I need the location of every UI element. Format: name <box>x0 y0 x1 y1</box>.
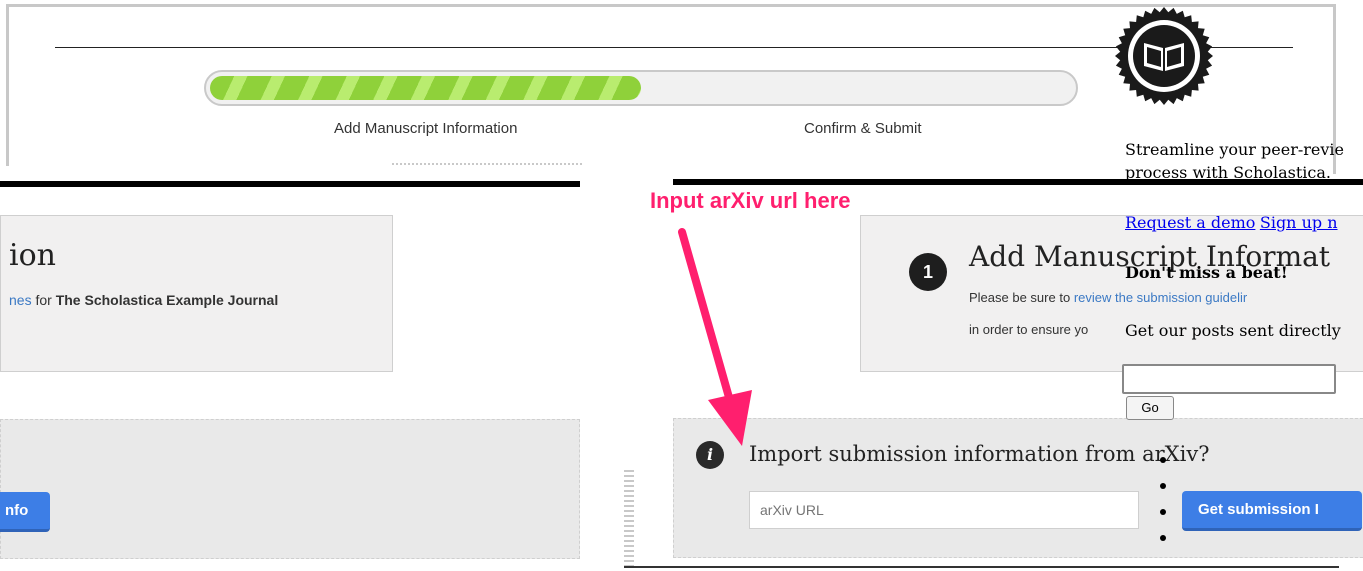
promo-links: Request a demo Sign up n <box>1125 213 1338 233</box>
guidelines-prefix: Please be sure to <box>969 290 1071 305</box>
review-guidelines-link[interactable]: review the submission guidelir <box>1074 290 1247 305</box>
left-panel-title: ion <box>9 238 56 273</box>
promo-line-1: Streamline your peer-revie <box>1125 140 1344 159</box>
bottom-rule <box>624 566 1339 568</box>
header-divider <box>55 47 1293 48</box>
manuscript-guidelines-line: Please be sure to review the submission … <box>969 290 1247 305</box>
step-number-badge: 1 <box>909 253 947 291</box>
list-bullet <box>1160 535 1166 541</box>
list-bullet <box>1160 509 1166 515</box>
open-book-seal-icon <box>1115 7 1213 105</box>
frame-border-left <box>6 4 9 166</box>
left-panel-guidelines-line: nes for The Scholastica Example Journal <box>9 292 278 308</box>
section-rule-left <box>0 181 580 187</box>
newsletter-email-input[interactable] <box>1122 364 1336 394</box>
left-for-text: for <box>35 292 52 308</box>
progress-fill <box>210 76 641 100</box>
left-journal-name: The Scholastica Example Journal <box>55 292 279 308</box>
ruler-marks <box>624 470 634 570</box>
step-label-confirm-submit: Confirm & Submit <box>804 120 922 137</box>
dotted-separator <box>392 163 582 171</box>
newsletter-go-button[interactable]: Go <box>1126 396 1174 420</box>
arxiv-url-input[interactable] <box>749 491 1139 529</box>
left-get-info-button[interactable]: nfo <box>0 492 50 532</box>
list-bullet <box>1160 483 1166 489</box>
manuscript-ensure-line: in order to ensure yo <box>969 322 1089 337</box>
promo-line-2: process with Scholastica. <box>1125 163 1331 182</box>
annotation-arrow <box>678 228 752 446</box>
sign-up-link[interactable]: Sign up n <box>1260 213 1338 232</box>
request-demo-link[interactable]: Request a demo <box>1125 213 1255 232</box>
newsletter-subscribe-text: Get our posts sent directly <box>1125 321 1341 340</box>
import-heading: Import submission information from arXiv… <box>749 442 1210 466</box>
left-import-panel: nfo <box>0 419 580 559</box>
get-submission-info-button[interactable]: Get submission I <box>1182 491 1362 531</box>
list-bullet <box>1160 457 1166 463</box>
left-guidelines-link[interactable]: nes <box>9 292 32 308</box>
step-label-add-manuscript: Add Manuscript Information <box>334 120 518 137</box>
left-manuscript-panel: ion nes for The Scholastica Example Jour… <box>0 215 393 372</box>
import-arxiv-panel: i Import submission information from arX… <box>673 418 1363 558</box>
manuscript-info-panel: 1 Add Manuscript Informat Please be sure… <box>860 215 1363 372</box>
newsletter-heading: Don't miss a beat! <box>1125 263 1288 282</box>
